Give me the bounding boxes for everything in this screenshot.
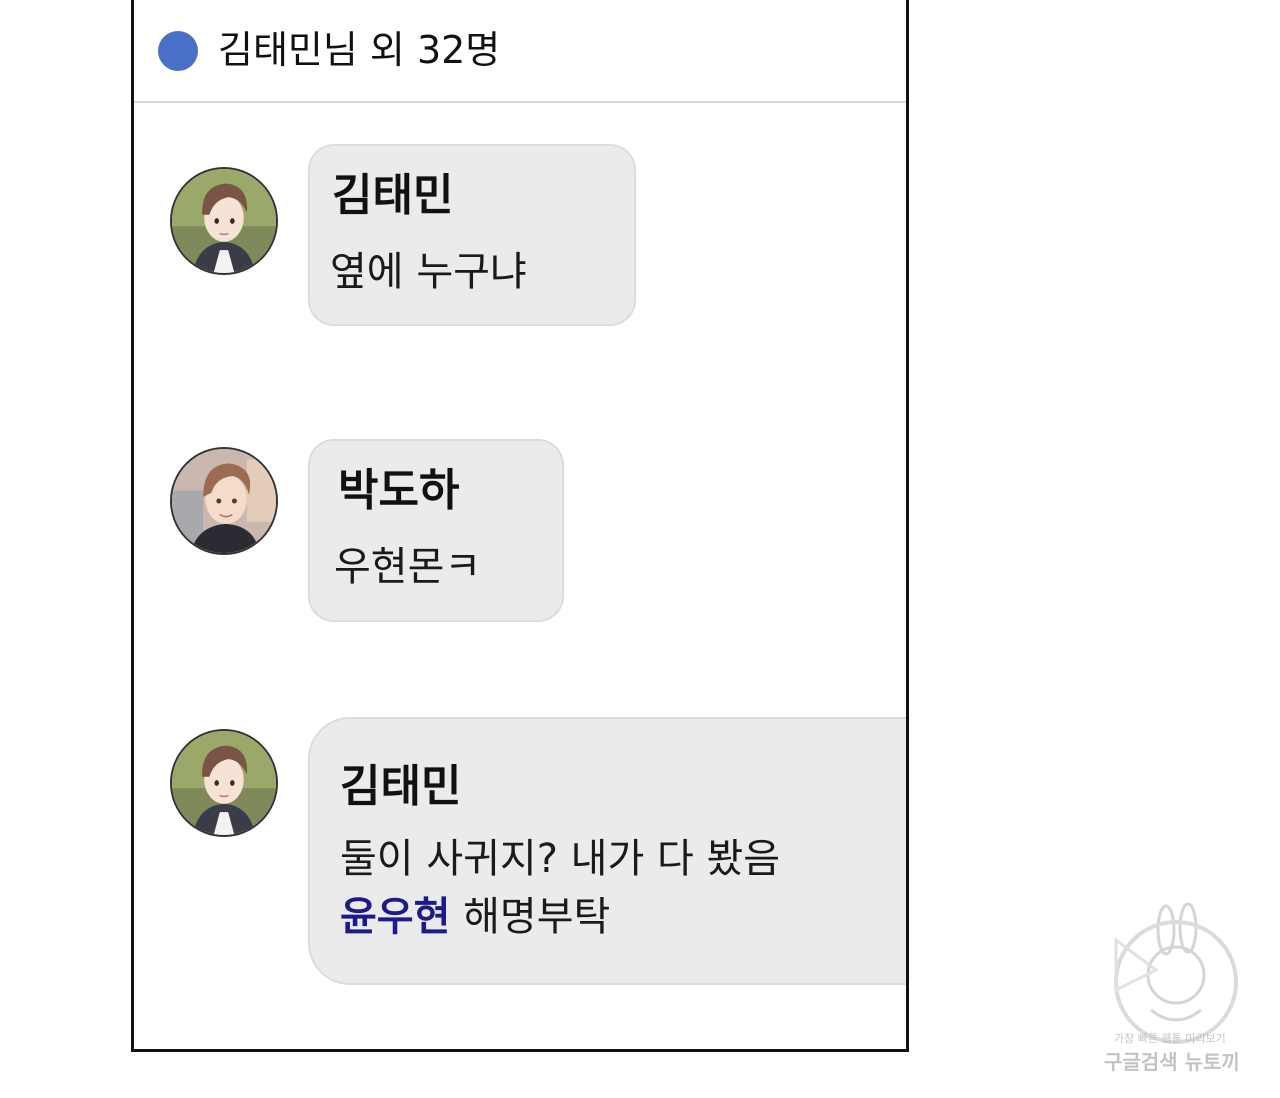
watermark: 가장 빠른 웹툰 미리보기 구글검색 뉴토끼 — [1096, 900, 1266, 1085]
message-bubble[interactable]: 박도하 우현몬ㅋ — [308, 439, 564, 622]
watermark-line2: 구글검색 뉴토끼 — [1104, 1050, 1240, 1074]
avatar-park-doha-icon — [172, 449, 276, 553]
message-bubble[interactable]: 김태민 둘이 사귀지? 내가 다 봤음 윤우현 해명부탁 — [308, 717, 906, 985]
avatar-kim-taemin-icon — [172, 169, 276, 273]
sender-name: 박도하 — [338, 465, 460, 516]
message-text-rest: 해명부탁 — [450, 894, 611, 940]
message-text: 둘이 사귀지? 내가 다 봤음 — [340, 836, 781, 882]
message-text: 옆에 누구냐 — [330, 249, 527, 295]
sender-name: 김태민 — [332, 170, 454, 221]
avatar[interactable] — [170, 447, 278, 555]
user-mention[interactable]: 윤우현 — [340, 894, 450, 940]
chat-header: 김태민님 외 32명 — [134, 0, 906, 103]
avatar[interactable] — [170, 729, 278, 837]
chat-window: 김태민님 외 32명 김태민 옆에 누구냐 박도하 우현몬ㅋ 김태민 둘이 사귀… — [131, 0, 909, 1052]
chat-title: 김태민님 외 32명 — [218, 28, 501, 72]
message-bubble[interactable]: 김태민 옆에 누구냐 — [308, 144, 636, 326]
status-dot-icon — [158, 31, 198, 71]
avatar[interactable] — [170, 167, 278, 275]
message-text-line2: 윤우현 해명부탁 — [340, 889, 610, 945]
sender-name: 김태민 — [340, 761, 462, 812]
avatar-kim-taemin-icon — [172, 731, 276, 835]
watermark-line1: 가장 빠른 웹툰 미리보기 — [1114, 1032, 1226, 1045]
message-text: 우현몬ㅋ — [334, 544, 482, 590]
